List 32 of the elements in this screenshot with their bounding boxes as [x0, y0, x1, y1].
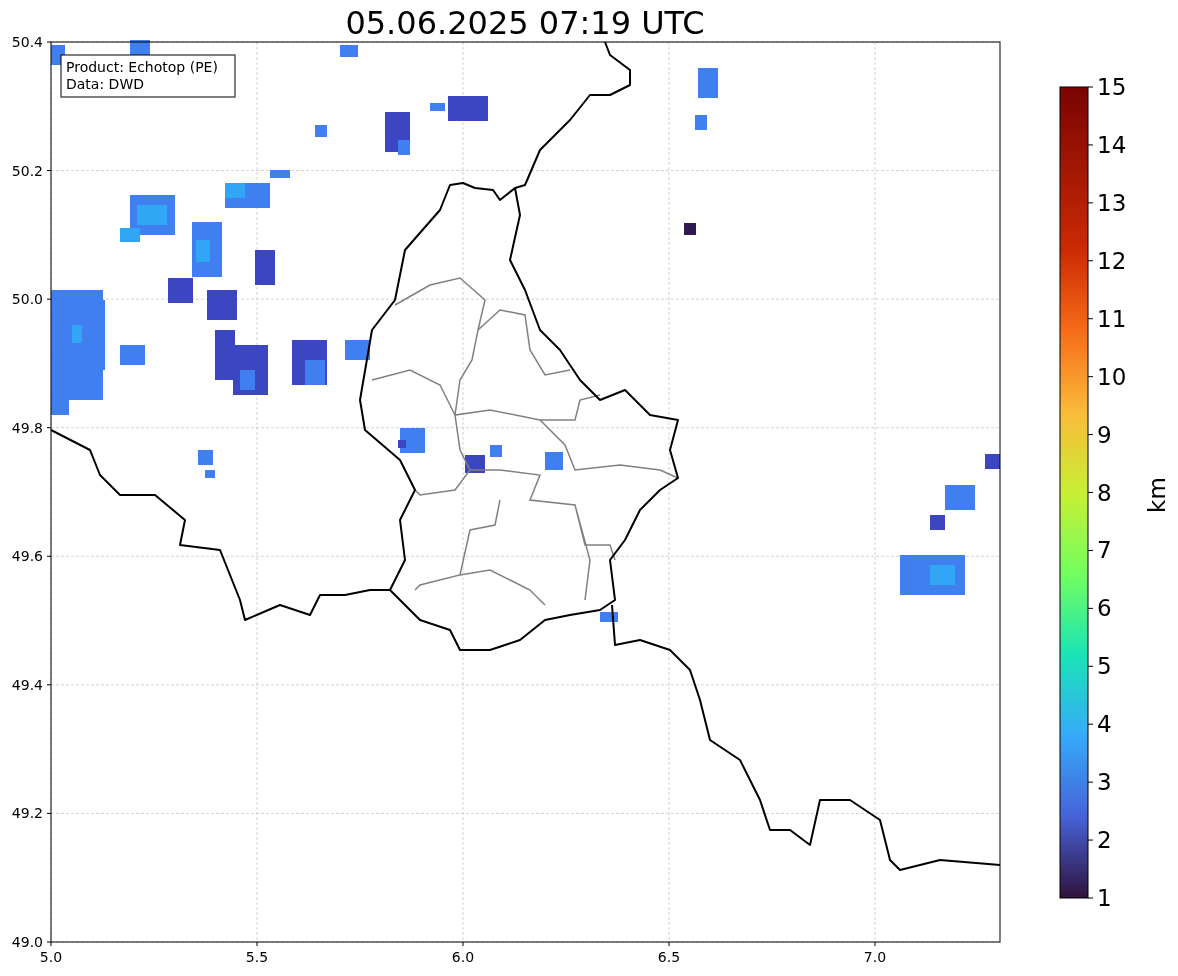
- x-tick-label: 5.5: [245, 949, 269, 965]
- y-tick-label: 49.4: [11, 676, 43, 693]
- colorbar-tick-label: 6: [1097, 595, 1112, 622]
- y-tick-label: 49.2: [11, 805, 43, 822]
- x-tick-label: 6.0: [451, 949, 475, 965]
- colorbar-tick-label: 14: [1097, 131, 1127, 158]
- colorbar-tick-label: 7: [1097, 537, 1112, 564]
- y-tick-label: 49.8: [11, 419, 43, 436]
- colorbar-tick-label: 1: [1097, 885, 1112, 911]
- colorbar-tick-label: 15: [1097, 74, 1127, 100]
- colorbar-tick-label: 13: [1097, 189, 1127, 216]
- x-tick-label: 5.0: [39, 949, 63, 965]
- y-tick-label: 49.6: [11, 548, 43, 565]
- annotation-text: Data: DWD: [66, 76, 144, 92]
- annotation-text: Product: Echotop (PE): [66, 59, 218, 75]
- y-tick-label: 49.0: [11, 934, 43, 950]
- colorbar-tick-label: 4: [1097, 711, 1112, 738]
- colorbar-tick-label: 8: [1097, 479, 1112, 506]
- y-tick-label: 50.4: [11, 34, 43, 50]
- colorbar-tick-label: 2: [1097, 827, 1112, 854]
- colorbar-label: km: [1144, 477, 1170, 513]
- colorbar-tick-label: 5: [1097, 653, 1112, 680]
- colorbar-tick-label: 3: [1097, 769, 1112, 796]
- chart-title: 05.06.2025 07:19 UTC: [345, 4, 705, 42]
- colorbar-tick-label: 9: [1097, 421, 1112, 448]
- colorbar-tick-label: 12: [1097, 247, 1127, 274]
- y-tick-label: 50.0: [11, 291, 43, 308]
- x-tick-label: 6.5: [657, 949, 681, 965]
- colorbar-tick-label: 10: [1097, 363, 1127, 390]
- y-tick-label: 50.2: [11, 162, 43, 179]
- x-tick-label: 7.0: [863, 949, 887, 965]
- colorbar-tick-label: 11: [1097, 305, 1127, 332]
